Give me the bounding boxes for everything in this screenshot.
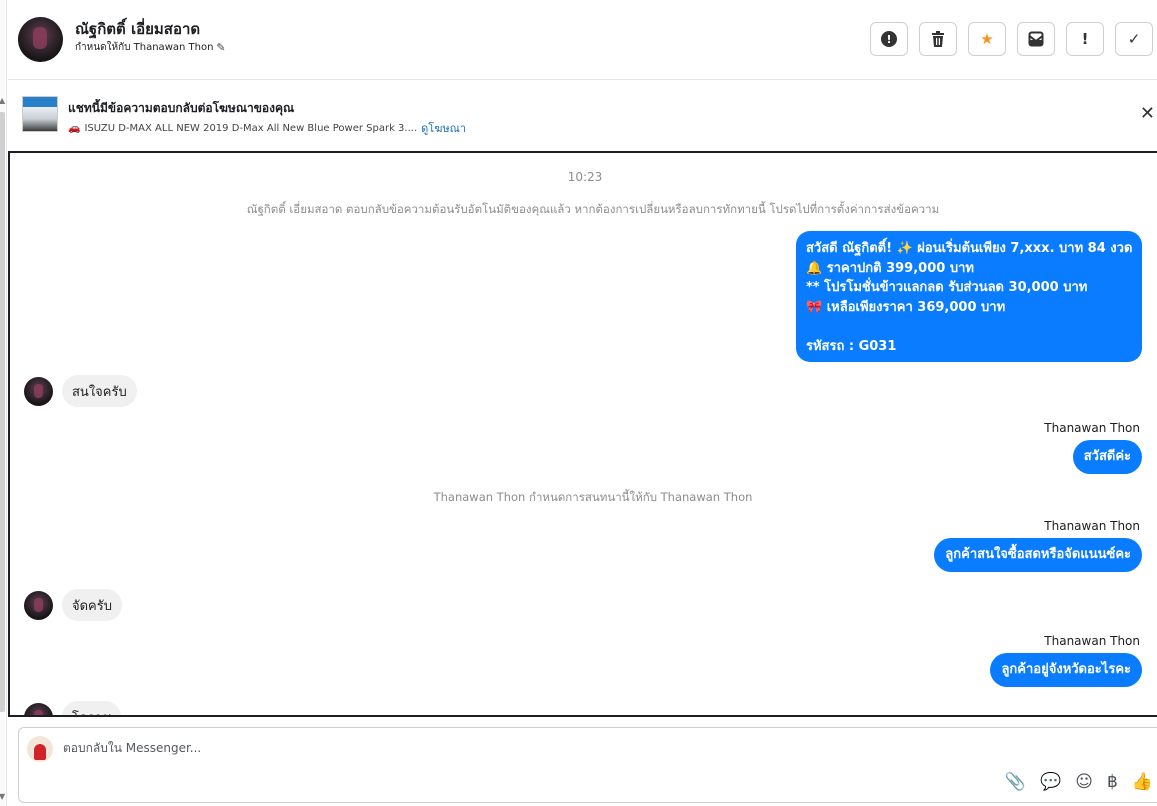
- incoming-message[interactable]: สนใจครับ: [62, 375, 137, 407]
- checkmark-icon: ✓: [1127, 30, 1141, 48]
- reply-composer: 📎 💬 ☺ ฿ 👍: [18, 727, 1157, 803]
- promo-line: สวัสดี ณัฐกิตติ์! ✨ ผ่อนเริ่มต้นเพียง 7,…: [806, 241, 1133, 256]
- saved-replies-icon[interactable]: 💬: [1040, 772, 1061, 792]
- incoming-message[interactable]: จัดครับ: [62, 589, 122, 621]
- sender-name: Thanawan Thon: [1044, 519, 1140, 533]
- alert-circle-icon: !: [881, 31, 897, 47]
- sender-name: Thanawan Thon: [1044, 421, 1140, 435]
- outgoing-message[interactable]: สวัสดีค่ะ: [1072, 440, 1142, 474]
- assigned-to-label: กำหนดให้กับ Thanawan Thon: [75, 42, 214, 53]
- left-scrollbar[interactable]: ▲ ▼: [0, 0, 7, 806]
- assignment-notice: Thanawan Thon กำหนดการสนทนานี้ให้กับ Tha…: [433, 490, 753, 504]
- star-icon: ★: [980, 30, 994, 48]
- exclamation-icon: !: [1081, 30, 1089, 48]
- emoji-icon[interactable]: ☺: [1075, 772, 1093, 792]
- outgoing-promo-message[interactable]: สวัสดี ณัฐกิตติ์! ✨ ผ่อนเริ่มต้นเพียง 7,…: [796, 231, 1142, 362]
- incoming-message[interactable]: โคราช: [62, 701, 121, 715]
- outgoing-message[interactable]: ลูกค้าอยู่จังหวัดอะไรคะ: [990, 653, 1142, 687]
- view-ad-link[interactable]: ดูโฆษณา: [421, 119, 466, 137]
- ad-banner-title: แชทนี้มีข้อความตอบกลับต่อโฆษณาของคุณ: [68, 101, 295, 115]
- promo-line: รหัสรถ : G031: [806, 338, 897, 354]
- contact-avatar-small[interactable]: [24, 590, 53, 620]
- ad-product-name: ISUZU D-MAX ALL NEW 2019 D-Max All New B…: [84, 122, 418, 134]
- promo-line: 🔔 ราคาปกติ 399,000 บาท: [806, 260, 974, 276]
- conversation-pane[interactable]: 10:23 ณัฐกิตติ์ เอี่ยมสอาด ตอบกลับข้อควา…: [8, 151, 1157, 717]
- sender-name: Thanawan Thon: [1044, 634, 1140, 648]
- messenger-inbox-thread: ▲ ▼ ณัฐกิตติ์ เอี่ยมสอาด กำหนดให้กับ Tha…: [0, 0, 1157, 806]
- contact-name[interactable]: ณัฐกิตติ์ เอี่ยมสอาด: [75, 17, 200, 41]
- report-button[interactable]: !: [870, 22, 908, 56]
- header-actions: ! ★ ! ✓: [870, 22, 1153, 56]
- mark-unread-button[interactable]: [1017, 22, 1055, 56]
- car-icon: 🚗: [68, 122, 81, 134]
- promo-line: ** โปรโมชั่นข้าวแลกลด รับส่วนลด 30,000 บ…: [806, 280, 1088, 295]
- baht-payment-icon[interactable]: ฿: [1107, 772, 1118, 792]
- scrollbar-thumb[interactable]: [0, 112, 5, 712]
- page-avatar: [27, 736, 53, 762]
- outgoing-message[interactable]: ลูกค้าสนใจซื้อสดหรือจัดแนนซ์คะ: [934, 538, 1142, 572]
- promo-line: 🎀 เหลือเพียงราคา 369,000 บาท: [806, 299, 1006, 315]
- incoming-message-row: สนใจครับ: [24, 375, 137, 407]
- contact-avatar-small[interactable]: [24, 376, 53, 406]
- reply-input[interactable]: [63, 741, 663, 755]
- contact-avatar-small[interactable]: [24, 702, 53, 715]
- incoming-message-row: โคราช: [24, 701, 121, 715]
- message-timestamp: 10:23: [567, 170, 603, 184]
- star-button[interactable]: ★: [968, 22, 1006, 56]
- auto-reply-notice: ณัฐกิตติ์ เอี่ยมสอาด ตอบกลับข้อความต้อนร…: [246, 202, 940, 216]
- scroll-up-arrow-icon[interactable]: ▲: [0, 96, 5, 105]
- close-icon[interactable]: ✕: [1140, 103, 1155, 124]
- ad-thumbnail[interactable]: [22, 96, 58, 132]
- promo-line: [806, 317, 1132, 337]
- contact-avatar[interactable]: [18, 17, 63, 62]
- assignment-row[interactable]: กำหนดให้กับ Thanawan Thon ✎: [75, 40, 226, 55]
- scroll-down-arrow-icon[interactable]: ▼: [0, 792, 5, 801]
- mark-unread-icon: [1028, 31, 1044, 47]
- composer-tools: 📎 💬 ☺ ฿ 👍: [1005, 772, 1153, 792]
- ad-reply-banner: แชทนี้มีข้อความตอบกลับต่อโฆษณาของคุณ 🚗 I…: [8, 81, 1157, 149]
- incoming-message-row: จัดครับ: [24, 589, 122, 621]
- thumbs-up-icon[interactable]: 👍: [1132, 772, 1153, 792]
- delete-button[interactable]: [919, 22, 957, 56]
- pencil-icon[interactable]: ✎: [216, 41, 225, 54]
- mark-done-button[interactable]: ✓: [1115, 22, 1153, 56]
- trash-icon: [932, 31, 944, 47]
- thread-header: ณัฐกิตติ์ เอี่ยมสอาด กำหนดให้กับ Thanawa…: [8, 0, 1157, 80]
- mark-spam-button[interactable]: !: [1066, 22, 1104, 56]
- ad-banner-subtitle: 🚗 ISUZU D-MAX ALL NEW 2019 D-Max All New…: [68, 119, 466, 137]
- paperclip-icon[interactable]: 📎: [1005, 772, 1026, 792]
